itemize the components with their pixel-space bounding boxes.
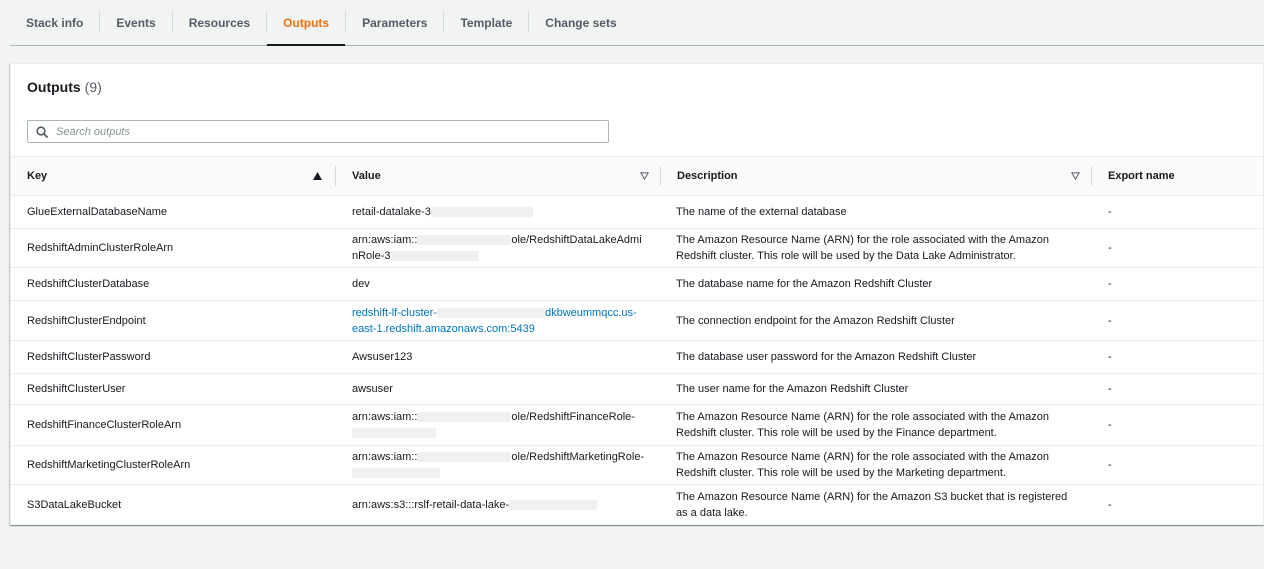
redacted-region [417, 452, 512, 463]
output-description: The name of the external database [676, 206, 847, 218]
panel-title-text: Outputs [27, 79, 81, 95]
tab-resources[interactable]: Resources [173, 0, 266, 45]
output-value: retail-datalake-3 [336, 196, 661, 228]
value-text: arn:aws:iam:: [352, 234, 418, 246]
table-row: S3DataLakeBucket arn:aws:s3:::rslf-retai… [11, 485, 1263, 525]
column-header-label: Key [27, 170, 48, 182]
value-text: arn:aws:iam:: [352, 451, 418, 463]
tab-stack-info[interactable]: Stack info [10, 0, 99, 45]
tab-events[interactable]: Events [100, 0, 171, 45]
output-key: RedshiftAdminClusterRoleArn [27, 242, 174, 254]
column-header-label: Export name [1108, 170, 1175, 182]
output-value: Awsuser123 [352, 351, 413, 363]
output-description: The connection endpoint for the Amazon R… [676, 314, 955, 327]
column-header-label: Value [352, 170, 381, 182]
redacted-region [436, 307, 545, 318]
search-box[interactable] [27, 120, 609, 143]
value-text: arn:aws:s3:::rslf-retail-data-lake- [352, 499, 510, 511]
redacted-region [417, 235, 512, 246]
output-export-name: - [1108, 351, 1112, 363]
column-header-key[interactable]: Key [11, 157, 336, 195]
value-text: arn:aws:iam:: [352, 411, 418, 423]
output-value: redshift-lf-cluster-dkbweummqcc.us-east-… [336, 301, 661, 340]
sort-icon[interactable] [1070, 171, 1080, 181]
output-key: S3DataLakeBucket [27, 499, 122, 511]
redacted-region [417, 412, 512, 423]
tab-parameters[interactable]: Parameters [346, 0, 443, 45]
output-export-name: - [1108, 383, 1112, 395]
output-value: awsuser [352, 383, 393, 395]
value-text: dkbweummqcc.us- [544, 306, 637, 319]
output-description: The Amazon Resource Name (ARN) for the r… [676, 411, 1049, 439]
column-header-export-name[interactable]: Export name [1092, 157, 1263, 195]
output-description: The Amazon Resource Name (ARN) for the A… [676, 491, 1068, 519]
redacted-region [352, 428, 436, 439]
tab-change-sets[interactable]: Change sets [529, 0, 632, 45]
value-text: east-1.redshift.amazonaws.com:5439 [352, 322, 535, 335]
value-text: ole/RedshiftMarketingRole- [511, 451, 645, 463]
redacted-region [509, 500, 598, 511]
table-row: RedshiftAdminClusterRoleArn arn:aws:iam:… [11, 229, 1263, 268]
output-value: arn:aws:iam:: ole/RedshiftFinanceRole- [336, 405, 661, 445]
output-export-name: - [1108, 314, 1112, 327]
output-description: The Amazon Resource Name (ARN) for the r… [676, 234, 1049, 262]
sort-ascending-icon[interactable] [312, 171, 322, 181]
column-header-value[interactable]: Value [336, 157, 661, 195]
value-text: redshift-lf-cluster- [352, 306, 437, 319]
table-header: Key Value Description Export name [11, 156, 1263, 196]
tab-bar: Stack info Events Resources Outputs Para… [10, 0, 1264, 46]
column-header-description[interactable]: Description [661, 157, 1092, 195]
table-row: RedshiftMarketingClusterRoleArn arn:aws:… [11, 446, 1263, 485]
redacted-region [390, 251, 479, 262]
output-export-name: - [1108, 242, 1112, 254]
tab-outputs[interactable]: Outputs [267, 0, 346, 46]
sort-icon[interactable] [639, 171, 649, 181]
output-key: RedshiftClusterDatabase [27, 278, 150, 290]
output-export-name: - [1108, 278, 1112, 290]
value-text: ole/RedshiftDataLakeAdmi [511, 234, 642, 246]
output-key: RedshiftClusterPassword [27, 351, 151, 363]
output-description: The database user password for the Amazo… [676, 351, 977, 363]
output-key: RedshiftClusterEndpoint [27, 314, 146, 327]
redacted-region [430, 207, 533, 218]
search-icon [28, 121, 56, 142]
output-description: The Amazon Resource Name (ARN) for the r… [676, 451, 1049, 479]
table-row: RedshiftClusterDatabase dev The database… [11, 268, 1263, 301]
outputs-count: (9) [84, 79, 102, 95]
output-export-name: - [1108, 206, 1112, 218]
table-row: RedshiftClusterPassword Awsuser123 The d… [11, 341, 1263, 374]
value-text: retail-datalake-3 [352, 206, 431, 218]
output-value: dev [352, 278, 370, 290]
output-key: RedshiftFinanceClusterRoleArn [27, 419, 182, 431]
outputs-panel: Outputs(9) Key Value Des [10, 63, 1264, 525]
value-text: ole/RedshiftFinanceRole- [511, 411, 635, 423]
table-row: GlueExternalDatabaseName retail-datalake… [11, 196, 1263, 229]
output-key: RedshiftClusterUser [27, 383, 126, 395]
output-description: The user name for the Amazon Redshift Cl… [676, 383, 909, 395]
table-row: RedshiftClusterEndpoint redshift-lf-clus… [11, 301, 1263, 341]
table-row: RedshiftFinanceClusterRoleArn arn:aws:ia… [11, 405, 1263, 446]
redacted-region [352, 468, 440, 479]
output-description: The database name for the Amazon Redshif… [676, 278, 933, 290]
value-text: nRole-3 [352, 250, 391, 262]
column-header-label: Description [677, 170, 738, 182]
table-row: RedshiftClusterUser awsuser The user nam… [11, 374, 1263, 405]
output-export-name: - [1108, 419, 1112, 431]
output-value: arn:aws:iam:: ole/RedshiftMarketingRole- [336, 446, 661, 484]
output-key: RedshiftMarketingClusterRoleArn [27, 459, 191, 471]
search-input[interactable] [56, 121, 596, 142]
tab-template[interactable]: Template [444, 0, 528, 45]
output-export-name: - [1108, 499, 1112, 511]
output-export-name: - [1108, 459, 1112, 471]
outputs-table: Key Value Description Export name GlueEx… [11, 156, 1263, 525]
endpoint-link[interactable]: redshift-lf-cluster-dkbweummqcc.us-east-… [352, 305, 637, 337]
output-key: GlueExternalDatabaseName [27, 206, 168, 218]
panel-title: Outputs (9) [27, 79, 102, 95]
output-value: arn:aws:s3:::rslf-retail-data-lake- [336, 485, 661, 525]
output-value: arn:aws:iam:: ole/RedshiftDataLakeAdminRo… [336, 229, 661, 267]
